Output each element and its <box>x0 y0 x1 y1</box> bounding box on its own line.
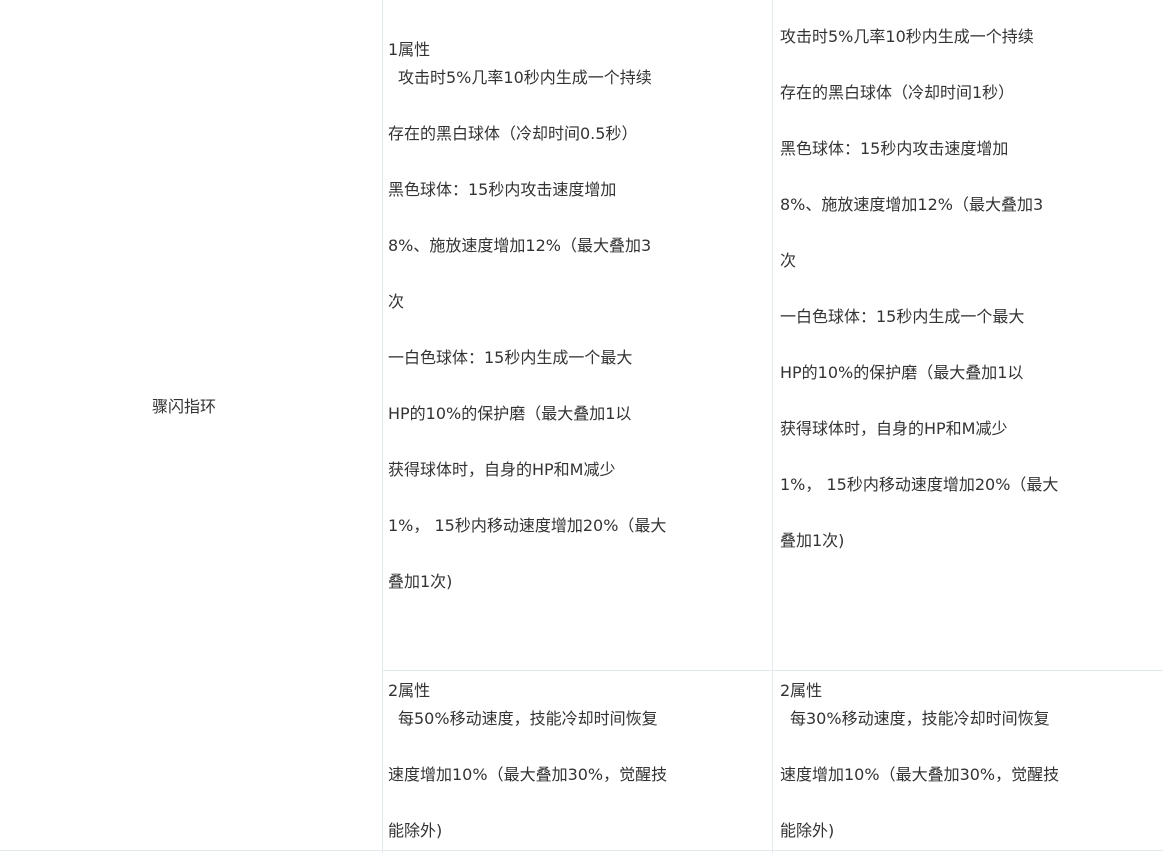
attribute-line: 1%， 15秒内移动速度增加20%（最大 <box>388 516 667 535</box>
attribute-table: 骤闪指环 1属性 攻击时5%几率10秒内生成一个持续 存在的黑白球体（冷却时间0… <box>0 0 1163 853</box>
attribute-line: 获得球体时，自身的HP和M减少 <box>780 419 1008 438</box>
attribute-heading: 2属性 <box>388 681 431 700</box>
attribute-line: HP的10%的保护磨（最大叠加1以 <box>388 404 632 423</box>
attribute-line: 获得球体时，自身的HP和M减少 <box>388 460 616 479</box>
attribute-line: 黑色球体：15秒内攻击速度增加 <box>780 139 1009 158</box>
table-bottom-border <box>0 850 1163 851</box>
attribute-line: 速度增加10%（最大叠加30%，觉醒技 <box>780 765 1060 784</box>
attribute-heading: 1属性 <box>388 40 431 59</box>
attribute-line: 叠加1次) <box>780 531 845 550</box>
attribute-line: 一白色球体：15秒内生成一个最大 <box>388 348 633 367</box>
attribute-line: 次 <box>780 251 797 270</box>
row1-col2-cell: 攻击时5%几率10秒内生成一个持续 存在的黑白球体（冷却时间1秒） 黑色球体：1… <box>780 0 1160 670</box>
attribute-line: 8%、施放速度增加12%（最大叠加3 <box>388 236 652 255</box>
attribute-line: 能除外) <box>780 821 835 840</box>
attribute-heading: 2属性 <box>780 681 823 700</box>
column-divider-1 <box>382 0 383 853</box>
attribute-line: 一白色球体：15秒内生成一个最大 <box>780 307 1025 326</box>
column-divider-2 <box>772 0 773 853</box>
attribute-line: HP的10%的保护磨（最大叠加1以 <box>780 363 1024 382</box>
row2-col2-cell: 2属性 每30%移动速度，技能冷却时间恢复 速度增加10%（最大叠加30%，觉醒… <box>780 671 1160 850</box>
attribute-line: 每30%移动速度，技能冷却时间恢复 <box>790 709 1050 728</box>
attribute-line: 每50%移动速度，技能冷却时间恢复 <box>398 709 658 728</box>
attribute-line: 速度增加10%（最大叠加30%，觉醒技 <box>388 765 668 784</box>
attribute-line: 存在的黑白球体（冷却时间1秒） <box>780 83 1015 102</box>
item-name-cell: 骤闪指环 <box>152 397 217 416</box>
attribute-line: 黑色球体：15秒内攻击速度增加 <box>388 180 617 199</box>
row2-col1-cell: 2属性 每50%移动速度，技能冷却时间恢复 速度增加10%（最大叠加30%，觉醒… <box>388 671 768 850</box>
attribute-line: 1%， 15秒内移动速度增加20%（最大 <box>780 475 1059 494</box>
attribute-line: 攻击时5%几率10秒内生成一个持续 <box>780 27 1034 46</box>
attribute-line: 能除外) <box>388 821 443 840</box>
attribute-line: 叠加1次) <box>388 572 453 591</box>
attribute-line: 次 <box>388 292 405 311</box>
row1-col1-cell: 1属性 攻击时5%几率10秒内生成一个持续 存在的黑白球体（冷却时间0.5秒） … <box>388 0 768 670</box>
attribute-line: 8%、施放速度增加12%（最大叠加3 <box>780 195 1044 214</box>
attribute-line: 存在的黑白球体（冷却时间0.5秒） <box>388 124 638 143</box>
attribute-line: 攻击时5%几率10秒内生成一个持续 <box>398 68 652 87</box>
